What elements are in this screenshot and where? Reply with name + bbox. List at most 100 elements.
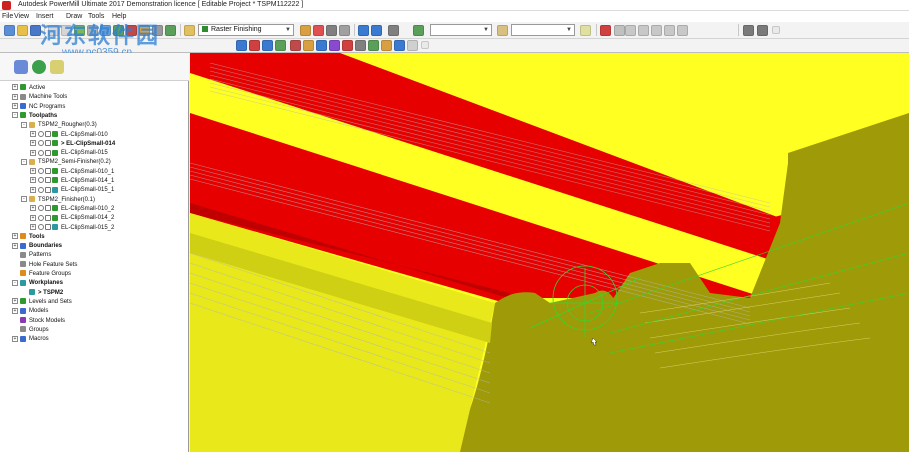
expand-toggle-icon[interactable]: - [12, 112, 18, 119]
stock-icon[interactable] [342, 40, 353, 51]
tree-node[interactable]: - TSPM2_Rougher(0.3) [21, 121, 97, 130]
tree-node[interactable]: + EL-ClipSmall-010_1 [30, 168, 114, 177]
tree-node[interactable]: + NC Programs [12, 103, 65, 112]
tree-node[interactable]: - Workplanes [12, 279, 63, 288]
tree-node[interactable]: Feature Groups [12, 270, 71, 279]
chevron-down-icon[interactable]: ▼ [284, 25, 292, 35]
expand-toggle-icon[interactable]: + [30, 214, 36, 221]
visibility-icon[interactable] [38, 186, 44, 193]
view-iso-icon[interactable] [236, 40, 247, 51]
tree-node[interactable]: + > EL-ClipSmall-014 [30, 140, 115, 149]
tree-node[interactable]: - Toolpaths [12, 112, 57, 121]
flag-icon[interactable] [316, 40, 327, 51]
tree-node[interactable]: Stock Models [12, 316, 65, 326]
visibility-icon[interactable] [38, 130, 44, 137]
chevron-down-icon[interactable]: ▼ [482, 25, 490, 35]
lock-icon[interactable] [45, 205, 51, 212]
open-project-icon[interactable] [17, 25, 28, 36]
close-icon[interactable] [772, 26, 780, 34]
view-front-icon[interactable] [249, 40, 260, 51]
strategy-combo[interactable]: Raster Finishing ▼ [198, 24, 294, 36]
visibility-icon[interactable] [38, 177, 44, 184]
chevron-down-icon[interactable]: ▼ [565, 25, 573, 35]
simulation-view-icon[interactable] [743, 25, 754, 36]
lock-icon[interactable] [45, 223, 51, 230]
expand-toggle-icon[interactable]: + [12, 335, 18, 342]
tree-node[interactable]: + Active [12, 84, 45, 93]
chevron-down-icon[interactable] [614, 25, 625, 36]
tree-node[interactable]: + EL-ClipSmall-010 [30, 130, 108, 140]
simulation-options-icon[interactable] [757, 25, 768, 36]
expand-toggle-icon[interactable]: + [30, 223, 36, 230]
layout-icon[interactable] [358, 25, 369, 36]
tree-node[interactable]: - TSPM2_Finisher(0.1) [21, 196, 95, 205]
tree-node[interactable]: + Machine Tools [12, 93, 67, 102]
globe-icon[interactable] [32, 60, 46, 74]
tree-node[interactable]: + Levels and Sets [12, 298, 72, 307]
rotate-icon[interactable] [381, 40, 392, 51]
lock-icon[interactable] [45, 214, 51, 221]
expand-toggle-icon[interactable]: + [30, 205, 36, 212]
tree-node[interactable]: + EL-ClipSmall-015_2 [30, 223, 114, 233]
visibility-icon[interactable] [38, 168, 44, 175]
model-icon[interactable] [329, 40, 340, 51]
expand-toggle-icon[interactable]: + [12, 103, 18, 110]
tree-node[interactable]: + Boundaries [12, 242, 62, 251]
expand-toggle-icon[interactable]: - [21, 158, 27, 165]
table-icon[interactable] [339, 25, 350, 36]
boundary-icon[interactable] [184, 25, 195, 36]
tool-combo[interactable]: ▼ [511, 24, 575, 36]
shade-icon[interactable] [290, 40, 301, 51]
fit-icon[interactable] [394, 40, 405, 51]
expand-toggle-icon[interactable]: + [12, 298, 18, 305]
step-forward-icon[interactable] [664, 25, 675, 36]
visibility-icon[interactable] [38, 223, 44, 230]
workplane-icon[interactable] [165, 25, 176, 36]
expand-toggle-icon[interactable]: + [30, 186, 36, 193]
lock-icon[interactable] [45, 149, 51, 156]
lock-icon[interactable] [45, 186, 51, 193]
expand-toggle-icon[interactable]: + [12, 93, 18, 100]
close-icon[interactable] [421, 41, 429, 49]
expand-toggle-icon[interactable]: + [30, 168, 36, 175]
tree-node[interactable]: + EL-ClipSmall-015_1 [30, 186, 114, 195]
model-view[interactable] [190, 53, 909, 452]
tree-node[interactable]: Patterns [12, 251, 51, 260]
tree-node[interactable]: > TSPM2 [21, 289, 63, 298]
tree-node[interactable]: + Models [12, 307, 48, 316]
visibility-icon[interactable] [38, 205, 44, 212]
pan-icon[interactable] [368, 40, 379, 51]
view-options-icon[interactable] [388, 25, 399, 36]
tree-node[interactable]: + EL-ClipSmall-015 [30, 149, 108, 158]
level-combo[interactable]: ▼ [430, 24, 492, 36]
clipboard-icon[interactable] [50, 60, 64, 74]
graphics-viewport[interactable] [190, 53, 909, 452]
tree-node[interactable]: - TSPM2_Semi-Finisher(0.2) [21, 158, 111, 167]
go-to-end-icon[interactable] [677, 25, 688, 36]
menu-view[interactable]: View [14, 13, 29, 20]
step-back-icon[interactable] [638, 25, 649, 36]
tree-node[interactable]: + EL-ClipSmall-014_2 [30, 214, 114, 223]
expand-toggle-icon[interactable]: + [30, 149, 36, 156]
lock-icon[interactable] [45, 177, 51, 184]
delete-icon[interactable] [313, 25, 324, 36]
tree-node[interactable]: + EL-ClipSmall-014_1 [30, 177, 114, 186]
expand-toggle-icon[interactable]: - [21, 121, 27, 128]
menu-file[interactable]: File [2, 13, 13, 20]
lock-icon[interactable] [45, 168, 51, 175]
expand-toggle-icon[interactable]: + [30, 140, 36, 147]
tree-node[interactable]: + EL-ClipSmall-010_2 [30, 205, 114, 214]
tool-select-icon[interactable] [497, 25, 508, 36]
lock-icon[interactable] [45, 140, 51, 147]
view-top-icon[interactable] [262, 40, 273, 51]
tree-view-icon[interactable] [14, 60, 28, 74]
diamond-icon[interactable] [413, 25, 424, 36]
lightbulb-icon[interactable] [580, 25, 591, 36]
ruler-icon[interactable] [407, 40, 418, 51]
simulation-tool-icon[interactable] [600, 25, 611, 36]
play-icon[interactable] [651, 25, 662, 36]
wireframe-icon[interactable] [303, 40, 314, 51]
visibility-icon[interactable] [38, 214, 44, 221]
new-project-icon[interactable] [4, 25, 15, 36]
tool-edit-icon[interactable] [300, 25, 311, 36]
